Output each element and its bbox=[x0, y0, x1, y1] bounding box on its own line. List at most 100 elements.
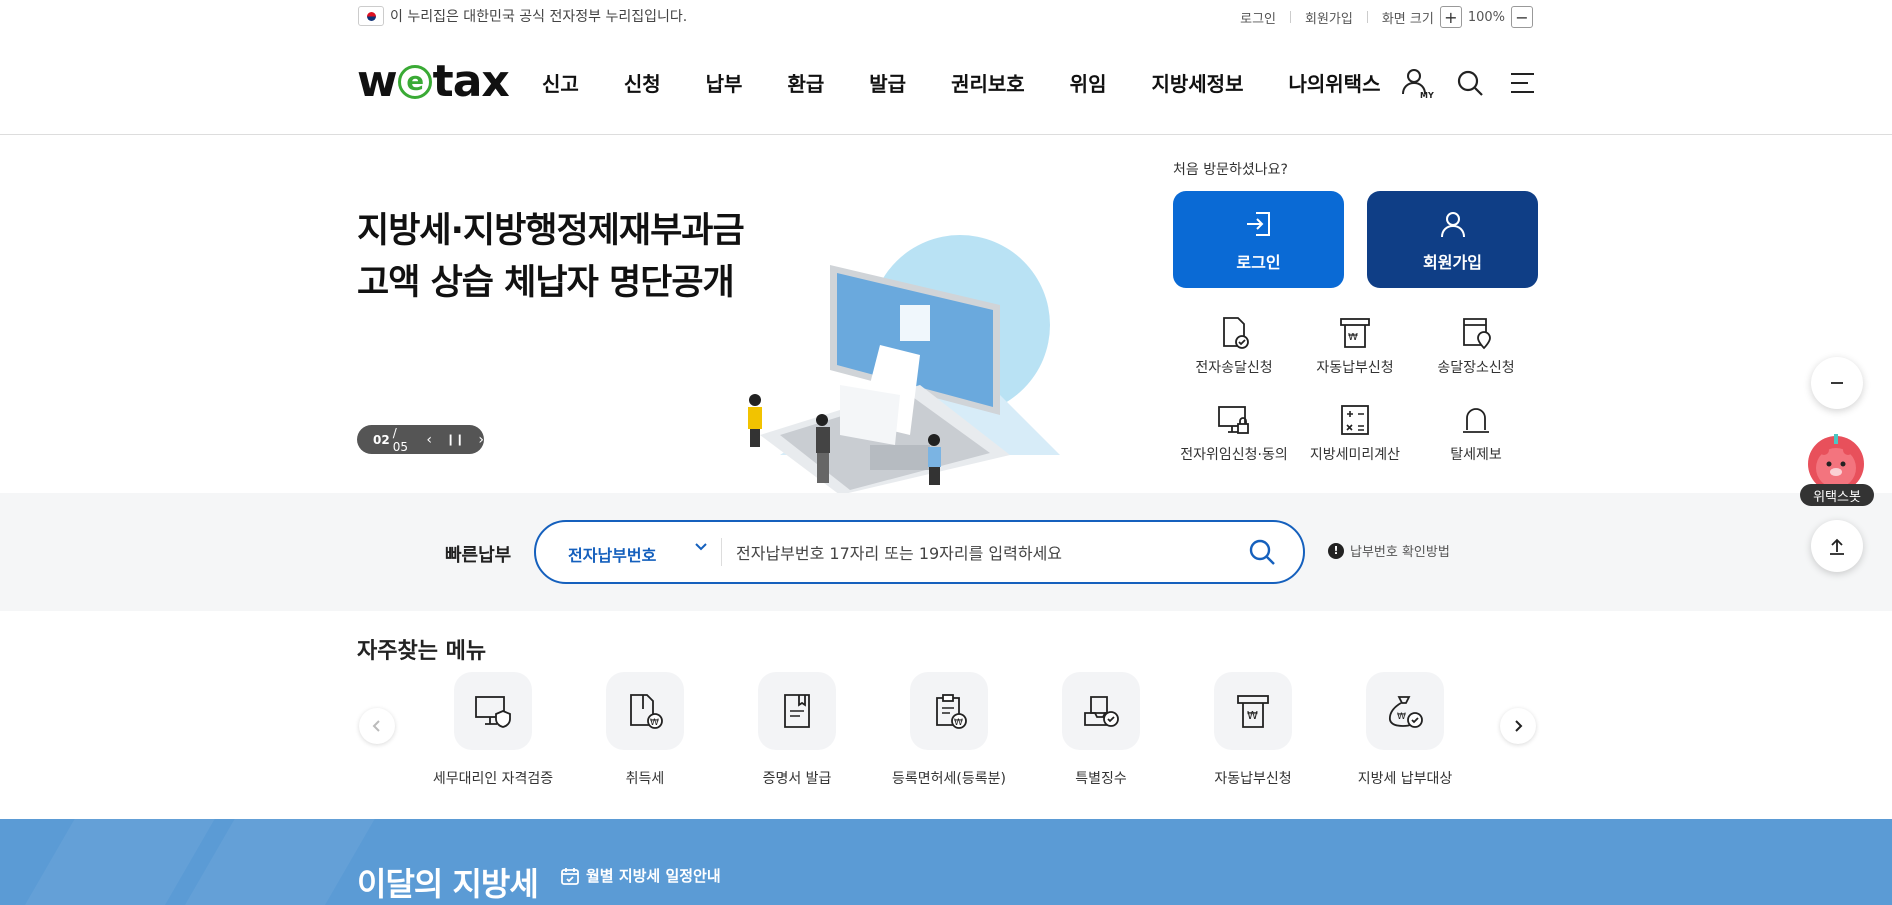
document-check-icon bbox=[1216, 315, 1252, 351]
banner-pager: 02 / 05 ‹ ❙❙ › bbox=[357, 425, 484, 454]
top-utility-bar: 이 누리집은 대한민국 공식 전자정부 누리집입니다. 로그인 회원가입 화면 … bbox=[0, 0, 1892, 34]
korea-flag-icon bbox=[358, 6, 384, 26]
won-bill-icon: ₩ bbox=[1214, 672, 1292, 750]
monthly-schedule-link[interactable]: 월별 지방세 일정안내 bbox=[560, 865, 721, 886]
payment-type-select[interactable]: 전자납부번호 bbox=[568, 542, 656, 566]
carousel-prev-button[interactable] bbox=[359, 708, 395, 744]
bear-mascot-icon bbox=[1808, 434, 1864, 492]
prev-slide-icon[interactable]: ‹ bbox=[426, 432, 432, 448]
divider bbox=[1290, 11, 1291, 23]
monitor-shield-icon bbox=[454, 672, 532, 750]
frequent-item-registration-license-tax[interactable]: ₩ 등록면허세(등록분) bbox=[869, 672, 1029, 788]
quick-pay-search-box: 전자납부번호 bbox=[534, 520, 1305, 584]
frequent-item-label: 취득세 bbox=[625, 771, 665, 787]
hero-title-line2: 고액 상습 체납자 명단공개 bbox=[357, 263, 735, 303]
monthly-schedule-label: 월별 지방세 일정안내 bbox=[586, 867, 721, 885]
nav-item-my-wetax[interactable]: 나의위택스 bbox=[1288, 68, 1380, 97]
calendar-check-icon bbox=[561, 867, 579, 885]
quick-item-e-delivery[interactable]: 전자송달신청 bbox=[1169, 315, 1299, 377]
wetax-bot-label[interactable]: 위택스봇 bbox=[1800, 484, 1874, 506]
frequent-item-special-collection[interactable]: 특별징수 bbox=[1021, 672, 1181, 788]
frequent-item-certificate[interactable]: 증명서 발급 bbox=[717, 672, 877, 788]
document-won-icon: ₩ bbox=[606, 672, 684, 750]
top-signup-link[interactable]: 회원가입 bbox=[1305, 8, 1353, 27]
quick-item-label: 자동납부신청 bbox=[1316, 360, 1394, 376]
quick-signup-button[interactable]: 회원가입 bbox=[1367, 191, 1538, 288]
frequent-item-local-tax-payable[interactable]: ₩ 지방세 납부대상 bbox=[1325, 672, 1485, 788]
certificate-icon bbox=[758, 672, 836, 750]
clipboard-won-icon: ₩ bbox=[910, 672, 988, 750]
svg-text:₩: ₩ bbox=[1397, 712, 1406, 722]
main-nav: 신고 신청 납부 환급 발급 권리보호 위임 지방세정보 나의위택스 bbox=[542, 68, 1425, 97]
minus-icon bbox=[1831, 382, 1843, 384]
nav-item-refund[interactable]: 환급 bbox=[787, 68, 824, 97]
svg-text:₩: ₩ bbox=[1247, 709, 1258, 722]
monitor-lock-icon bbox=[1216, 402, 1252, 438]
site-header: w e tax 신고 신청 납부 환급 발급 권리보호 위임 지방세정보 나의위택스… bbox=[0, 34, 1892, 135]
quick-item-tax-calculator[interactable]: 지방세미리계산 bbox=[1290, 402, 1420, 464]
hero-title[interactable]: 지방세·지방행정제재부과금 고액 상습 체납자 명단공개 bbox=[357, 205, 745, 309]
my-page-icon[interactable]: MY bbox=[1400, 66, 1434, 100]
carousel-next-button[interactable] bbox=[1500, 708, 1536, 744]
money-bag-icon: ₩ bbox=[1366, 672, 1444, 750]
wetax-logo[interactable]: w e tax bbox=[357, 56, 510, 107]
chevron-down-icon[interactable] bbox=[694, 540, 708, 554]
quick-heading: 처음 방문하셨나요? bbox=[1173, 162, 1288, 178]
hero-banner: 지방세·지방행정제재부과금 고액 상습 체납자 명단공개 02 / 05 ‹ ❙… bbox=[0, 135, 1892, 495]
nav-item-rights[interactable]: 권리보호 bbox=[951, 68, 1025, 97]
zoom-label: 화면 크기 bbox=[1381, 11, 1434, 27]
nav-item-delegate[interactable]: 위임 bbox=[1070, 68, 1107, 97]
zoom-out-float-button[interactable] bbox=[1811, 357, 1863, 409]
menu-icon[interactable] bbox=[1506, 66, 1540, 100]
quick-login-button[interactable]: 로그인 bbox=[1173, 191, 1344, 288]
decor-stripe bbox=[5, 819, 215, 905]
frequent-item-agent-verification[interactable]: 세무대리인 자격검증 bbox=[413, 672, 573, 788]
utility-links: 로그인 회원가입 화면 크기 + 100% − bbox=[1240, 6, 1539, 28]
payment-number-input[interactable] bbox=[736, 536, 1216, 570]
frequent-item-label: 증명서 발급 bbox=[762, 771, 832, 787]
hero-illustration bbox=[720, 195, 1070, 495]
won-bill-icon: ₩ bbox=[1337, 315, 1373, 351]
quick-item-auto-pay[interactable]: ₩ 자동납부신청 bbox=[1290, 315, 1420, 377]
gov-notice-text: 이 누리집은 대한민국 공식 전자정부 누리집입니다. bbox=[390, 9, 688, 25]
calculator-icon bbox=[1337, 402, 1373, 438]
zoom-out-button[interactable]: − bbox=[1511, 6, 1533, 28]
nav-item-pay[interactable]: 납부 bbox=[706, 68, 743, 97]
svg-text:₩: ₩ bbox=[954, 718, 963, 728]
zoom-in-button[interactable]: + bbox=[1439, 6, 1462, 28]
gov-notice: 이 누리집은 대한민국 공식 전자정부 누리집입니다. bbox=[358, 6, 687, 26]
zoom-value: 100% bbox=[1467, 9, 1505, 25]
nav-item-report[interactable]: 신고 bbox=[542, 68, 579, 97]
pager-total: / 05 bbox=[392, 425, 408, 454]
quick-item-label: 탈세제보 bbox=[1450, 447, 1502, 463]
next-slide-icon[interactable]: › bbox=[478, 432, 484, 448]
top-login-link[interactable]: 로그인 bbox=[1240, 8, 1276, 27]
quick-item-e-delegation[interactable]: 전자위임신청·동의 bbox=[1169, 402, 1299, 464]
monthly-tax-title: 이달의 지방세 bbox=[357, 865, 539, 903]
logo-e: e bbox=[397, 64, 432, 99]
search-icon[interactable] bbox=[1453, 66, 1487, 100]
quick-item-tax-evasion-report[interactable]: 탈세제보 bbox=[1411, 402, 1541, 464]
svg-text:₩: ₩ bbox=[1348, 332, 1358, 343]
frequent-item-auto-pay[interactable]: ₩ 자동납부신청 bbox=[1173, 672, 1333, 788]
nav-item-issue[interactable]: 발급 bbox=[869, 68, 906, 97]
logo-rest: tax bbox=[432, 56, 510, 107]
payment-number-help-link[interactable]: ! 납부번호 확인방법 bbox=[1328, 541, 1450, 560]
scroll-top-button[interactable] bbox=[1811, 520, 1863, 572]
nav-item-local-tax-info[interactable]: 지방세정보 bbox=[1151, 68, 1243, 97]
frequent-item-label: 등록면허세(등록분) bbox=[892, 771, 1006, 787]
search-icon[interactable] bbox=[1246, 536, 1278, 568]
pager-current: 02 bbox=[373, 432, 390, 447]
quick-pay-band: 빠른납부 전자납부번호 ! 납부번호 확인방법 bbox=[0, 493, 1892, 611]
nav-item-apply[interactable]: 신청 bbox=[624, 68, 661, 97]
login-icon bbox=[1246, 211, 1270, 236]
quick-signup-label: 회원가입 bbox=[1423, 252, 1482, 272]
frequent-item-label: 특별징수 bbox=[1075, 771, 1127, 787]
help-link-label: 납부번호 확인방법 bbox=[1350, 545, 1450, 560]
frequent-menu-heading: 자주찾는 메뉴 bbox=[357, 639, 487, 664]
divider bbox=[1366, 11, 1368, 23]
quick-login-label: 로그인 bbox=[1236, 252, 1281, 272]
quick-item-delivery-place[interactable]: 송달장소신청 bbox=[1411, 315, 1541, 377]
pause-icon[interactable]: ❙❙ bbox=[446, 433, 464, 446]
frequent-item-acquisition-tax[interactable]: ₩ 취득세 bbox=[565, 672, 725, 788]
